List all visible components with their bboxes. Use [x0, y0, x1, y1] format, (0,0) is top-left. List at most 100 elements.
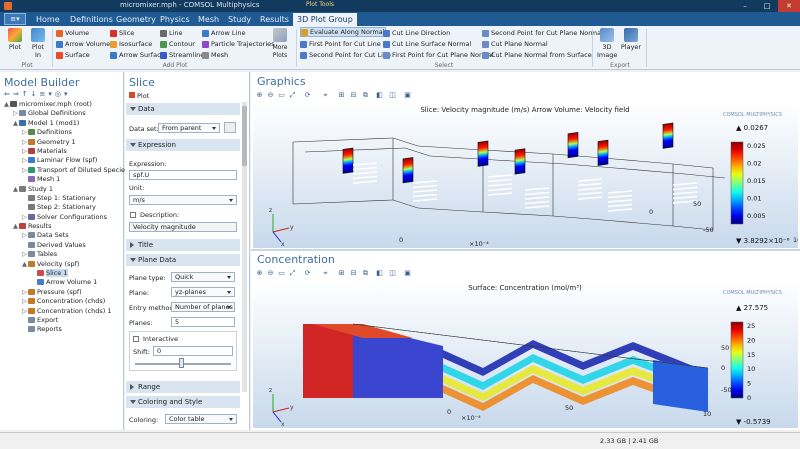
expression-section-header[interactable]: Expression	[126, 139, 240, 151]
title-section-header[interactable]: Title	[126, 239, 240, 251]
tab-results[interactable]: Results	[256, 13, 293, 26]
file-menu-button[interactable]: ≡▾	[4, 13, 26, 25]
rotate-icon[interactable]: ⟳	[303, 91, 312, 100]
tree-node[interactable]: ▲ Velocity (spf)	[0, 260, 124, 269]
plot-in-button[interactable]: Plot In	[28, 28, 48, 59]
tree-node[interactable]: Step 1: Stationary	[0, 194, 124, 203]
shift-field[interactable]: 0	[153, 346, 233, 356]
tree-node[interactable]: ▷ Data Sets	[0, 231, 124, 240]
plane-type-select[interactable]: Quick	[171, 272, 235, 282]
add-arrow-surface-button[interactable]: Arrow Surface	[110, 50, 165, 60]
add-streamline-button[interactable]: Streamline	[160, 50, 204, 60]
tree-node[interactable]: ▷ Pressure (spf)	[0, 288, 124, 297]
view-xz-icon[interactable]: ⊟	[349, 269, 358, 278]
view-xz-icon[interactable]: ⊟	[349, 91, 358, 100]
model-builder-toolbar[interactable]: ⇐⇒↑↓≡▾◎▾	[4, 90, 120, 98]
tab-study[interactable]: Study	[224, 13, 255, 26]
tree-node[interactable]: ▲ Model 1 (mod1)	[0, 119, 124, 128]
tree-node[interactable]: ▷ Tables	[0, 250, 124, 259]
tab-geometry[interactable]: Geometry	[112, 13, 160, 26]
view-3d-icon[interactable]: ⧉	[361, 91, 370, 100]
plot-button[interactable]: Plot	[6, 28, 24, 51]
view-xy-icon[interactable]: ⌖	[321, 91, 330, 100]
transparency-icon[interactable]: ◧	[375, 91, 384, 100]
tree-node[interactable]: Export	[0, 316, 124, 325]
zoom-extents-icon[interactable]: ⤢	[288, 91, 297, 100]
tree-node[interactable]: ▲ micromixer.mph (root)	[0, 100, 124, 109]
zoom-box-icon[interactable]: ▭	[277, 91, 286, 100]
concentration-plot[interactable]: Surface: Concentration (mol/m³) COMSOL MU…	[253, 280, 798, 428]
tree-node[interactable]: Slice 1	[0, 269, 124, 278]
view-yz-icon[interactable]: ⊞	[337, 91, 346, 100]
wireframe-icon[interactable]: ◫	[388, 269, 397, 278]
view-yz-icon[interactable]: ⊞	[337, 269, 346, 278]
second-point-cut-line-button[interactable]: Second Point for Cut Line	[300, 50, 391, 60]
zoom-in-icon[interactable]: ⊕	[255, 91, 264, 100]
data-set-select[interactable]: From parent	[158, 123, 220, 133]
tree-node[interactable]: ▷ Geometry 1	[0, 138, 124, 147]
tab-physics[interactable]: Physics	[156, 13, 194, 26]
tab-3d-plot-group[interactable]: 3D Plot Group	[293, 13, 357, 26]
shift-slider-thumb[interactable]	[179, 358, 184, 368]
tree-node[interactable]: Step 2: Stationary	[0, 203, 124, 212]
range-section-header[interactable]: Range	[126, 381, 240, 393]
pane-splitter[interactable]	[251, 249, 800, 251]
add-surface-button[interactable]: Surface	[56, 50, 90, 60]
evaluate-along-normal-button[interactable]: Evaluate Along Normal	[300, 27, 386, 37]
second-point-cut-plane-button[interactable]: Second Point for Cut Plane Normal	[482, 28, 603, 38]
transparency-icon[interactable]: ◧	[375, 269, 384, 278]
tab-definitions[interactable]: Definitions	[66, 13, 117, 26]
wireframe-icon[interactable]: ◫	[388, 91, 397, 100]
zoom-out-icon[interactable]: ⊖	[266, 269, 275, 278]
description-checkbox[interactable]	[130, 212, 136, 218]
camera-icon[interactable]: ▣	[403, 91, 412, 100]
coloring-section-header[interactable]: Coloring and Style	[126, 396, 240, 408]
first-point-cut-line-button[interactable]: First Point for Cut Line	[300, 39, 381, 49]
view-xy-icon[interactable]: ⌖	[321, 269, 330, 278]
tree-node[interactable]: Reports	[0, 325, 124, 334]
interactive-checkbox[interactable]	[133, 336, 139, 342]
tab-mesh[interactable]: Mesh	[194, 13, 223, 26]
camera-icon[interactable]: ▣	[403, 269, 412, 278]
plot-button[interactable]: Plot	[129, 92, 149, 100]
entry-method-select[interactable]: Number of planes	[171, 302, 235, 312]
tree-node[interactable]: Mesh 1	[0, 175, 124, 184]
add-contour-button[interactable]: Contour	[160, 39, 195, 49]
maximize-button[interactable]: □	[756, 0, 778, 12]
zoom-box-icon[interactable]: ▭	[277, 269, 286, 278]
player-button[interactable]: Player	[620, 28, 642, 51]
zoom-in-icon[interactable]: ⊕	[255, 269, 264, 278]
add-arrow-line-button[interactable]: Arrow Line	[202, 28, 245, 38]
minimize-button[interactable]: –	[734, 0, 756, 12]
cut-plane-normal-button[interactable]: Cut Plane Normal	[482, 39, 548, 49]
data-section-header[interactable]: Data	[126, 103, 240, 115]
rotate-icon[interactable]: ⟳	[303, 269, 312, 278]
plane-select[interactable]: yz-planes	[171, 287, 235, 297]
description-field[interactable]: Velocity magnitude	[129, 222, 237, 232]
add-slice-button[interactable]: Slice	[110, 28, 134, 38]
close-button[interactable]: ✕	[778, 0, 800, 12]
add-isosurface-button[interactable]: Isosurface	[110, 39, 152, 49]
scrollbar-thumb[interactable]	[242, 106, 247, 166]
tree-node[interactable]: ▷ Definitions	[0, 128, 124, 137]
tree-node[interactable]: ▷ Concentration (chds)	[0, 297, 124, 306]
tree-node[interactable]: ▷ Materials	[0, 147, 124, 156]
view-3d-icon[interactable]: ⧉	[361, 269, 370, 278]
first-point-cut-plane-button[interactable]: First Point for Cut Plane Normal	[383, 50, 494, 60]
tree-node[interactable]: ▷ Transport of Diluted Species (chds)	[0, 166, 151, 175]
coloring-select[interactable]: Color table	[165, 414, 237, 424]
tree-node[interactable]: ▲ Study 1	[0, 185, 124, 194]
tree-node[interactable]: ▷ Global Definitions	[0, 109, 124, 118]
tab-home[interactable]: Home	[32, 13, 64, 26]
unit-select[interactable]: m/s	[129, 195, 237, 205]
tree-node[interactable]: Arrow Volume 1	[0, 278, 124, 287]
velocity-plot[interactable]: Slice: Velocity magnitude (m/s) Arrow Vo…	[253, 102, 798, 248]
data-set-go-icon[interactable]	[224, 122, 236, 133]
settings-scrollbar[interactable]	[242, 102, 247, 392]
add-particle-trajectories-button[interactable]: Particle Trajectories	[202, 39, 275, 49]
expression-field[interactable]: spf.U	[129, 170, 237, 180]
add-volume-button[interactable]: Volume	[56, 28, 89, 38]
cut-line-direction-button[interactable]: Cut Line Direction	[383, 28, 450, 38]
zoom-out-icon[interactable]: ⊖	[266, 91, 275, 100]
add-mesh-button[interactable]: Mesh	[202, 50, 228, 60]
